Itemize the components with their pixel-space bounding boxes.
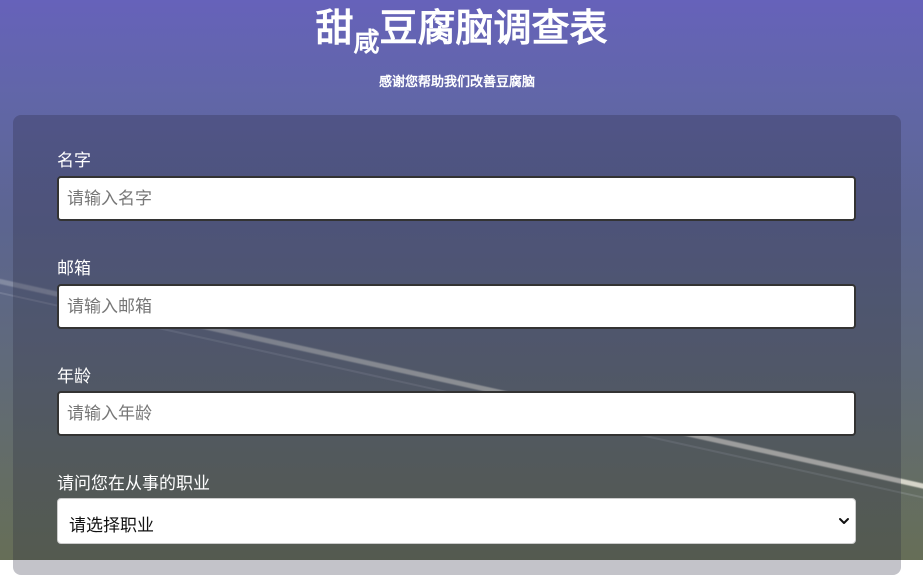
age-label: 年龄 (57, 367, 91, 387)
job-select[interactable]: 请选择职业 (57, 498, 856, 544)
job-select-value: 请选择职业 (69, 516, 154, 536)
page-subtitle: 感谢您帮助我们改善豆腐脑 (378, 75, 535, 90)
title-part-main: 豆腐脑调查表 (379, 6, 608, 50)
name-input[interactable] (57, 176, 856, 221)
job-label: 请问您在从事的职业 (57, 474, 210, 494)
age-input[interactable] (57, 391, 856, 436)
chevron-down-icon (839, 518, 849, 524)
page-title: 甜咸豆腐脑调查表 (0, 4, 923, 58)
title-part-sweet: 甜 (315, 6, 354, 50)
name-label: 名字 (57, 151, 91, 171)
email-input[interactable] (57, 284, 856, 329)
title-part-salty: 咸 (353, 28, 380, 58)
email-label: 邮箱 (57, 259, 91, 279)
